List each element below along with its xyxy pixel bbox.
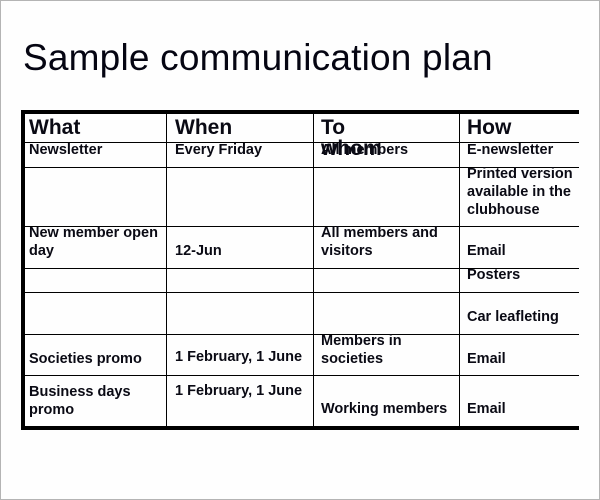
cell-to-whom: All members (321, 142, 409, 158)
cell-what: Newsletter (29, 142, 103, 158)
cell-line: available in the (467, 184, 571, 200)
header-when: When (175, 116, 233, 139)
cell-line: Business days (29, 384, 131, 400)
cell-to-whom: Members in societies (321, 332, 402, 368)
cell-line: visitors (321, 243, 373, 259)
cell-how: E-newsletter (467, 142, 554, 158)
cell-when: Every Friday (175, 142, 263, 158)
cell-line: promo (29, 402, 75, 418)
cell-when: 12-Jun (175, 243, 222, 259)
table-top-border (21, 110, 579, 114)
cell-line: day (29, 243, 54, 259)
cell-line: Printed version (467, 166, 573, 182)
row-divider (21, 292, 579, 293)
cell-what: Business days promo (29, 383, 131, 419)
cell-how: Posters (467, 267, 521, 283)
cell-to-whom: All members and visitors (321, 224, 438, 260)
cell-line: societies (321, 351, 384, 367)
cell-line: clubhouse (467, 202, 540, 218)
header-how: How (467, 116, 512, 139)
row-divider (21, 334, 579, 335)
cell-line: New member open (29, 225, 158, 241)
table-bottom-border (21, 426, 579, 430)
row-divider (21, 375, 579, 376)
cell-when: 1 February, 1 June (175, 349, 303, 365)
cell-how: Email (467, 351, 506, 367)
table-left-border (21, 110, 25, 430)
column-divider (459, 110, 460, 430)
cell-to-whom: Working members (321, 401, 448, 417)
cell-line: All members and (321, 225, 438, 241)
page-frame: Sample communication plan What When To w… (0, 0, 600, 500)
cell-how: Email (467, 243, 506, 259)
cell-what: New member open day (29, 224, 158, 260)
cell-line: Members in (321, 333, 402, 349)
column-divider (313, 110, 314, 430)
cell-how: Email (467, 401, 506, 417)
page-title: Sample communication plan (23, 37, 493, 78)
cell-how: Car leafleting (467, 309, 559, 325)
column-divider (166, 110, 167, 430)
cell-how: Printed version available in the clubhou… (467, 165, 573, 219)
cell-what: Societies promo (29, 351, 142, 367)
cell-when: 1 February, 1 June (175, 383, 303, 399)
header-what: What (29, 116, 81, 139)
